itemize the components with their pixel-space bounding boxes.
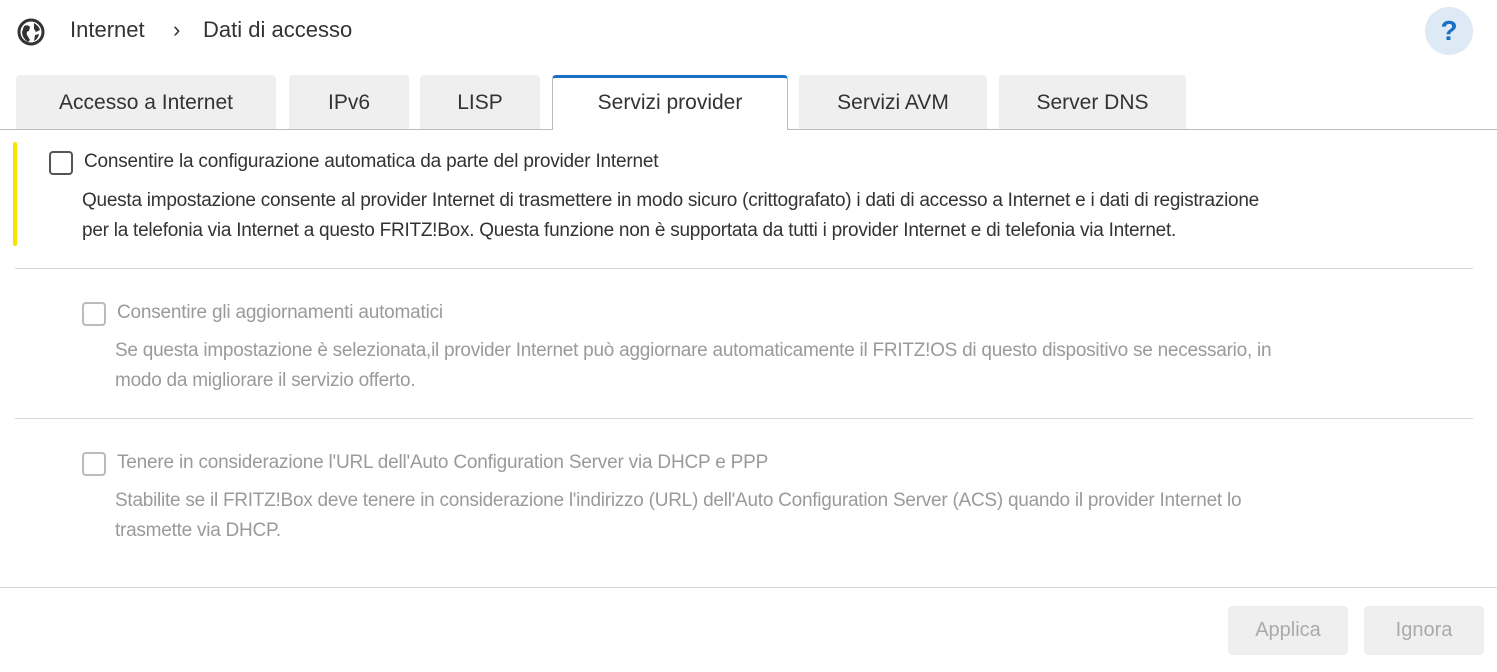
- tab-servizi-provider[interactable]: Servizi provider: [552, 75, 788, 130]
- breadcrumb-current: Dati di accesso: [203, 17, 353, 42]
- tab-server-dns[interactable]: Server DNS: [999, 75, 1186, 129]
- acs-url-checkbox[interactable]: [82, 452, 106, 476]
- breadcrumb-internet[interactable]: Internet: [70, 17, 145, 43]
- auto-config-label[interactable]: Consentire la configurazione automatica …: [84, 151, 658, 173]
- apply-button[interactable]: Applica: [1228, 606, 1348, 655]
- cancel-button[interactable]: Ignora: [1364, 606, 1484, 655]
- divider: [15, 418, 1473, 419]
- highlight-mark: [13, 142, 17, 246]
- globe-icon: [17, 18, 45, 46]
- tab-ipv6[interactable]: IPv6: [289, 75, 409, 129]
- help-button[interactable]: ?: [1425, 7, 1473, 55]
- auto-updates-description: Se questa impostazione è selezionata,il …: [115, 340, 1272, 391]
- auto-config-description: Questa impostazione consente al provider…: [82, 190, 1259, 241]
- acs-url-label: Tenere in considerazione l'URL dell'Auto…: [117, 452, 769, 473]
- tab-lisp[interactable]: LISP: [420, 75, 540, 129]
- auto-config-checkbox[interactable]: [49, 151, 73, 175]
- divider: [15, 268, 1473, 269]
- tab-accesso-internet[interactable]: Accesso a Internet: [16, 75, 276, 129]
- footer-divider: [0, 587, 1497, 588]
- tab-servizi-avm[interactable]: Servizi AVM: [799, 75, 987, 129]
- auto-updates-checkbox[interactable]: [82, 302, 106, 326]
- chevron-right-icon: ›: [173, 17, 181, 42]
- acs-url-description: Stabilite se il FRITZ!Box deve tenere in…: [115, 490, 1242, 541]
- auto-updates-label: Consentire gli aggiornamenti automatici: [117, 302, 443, 323]
